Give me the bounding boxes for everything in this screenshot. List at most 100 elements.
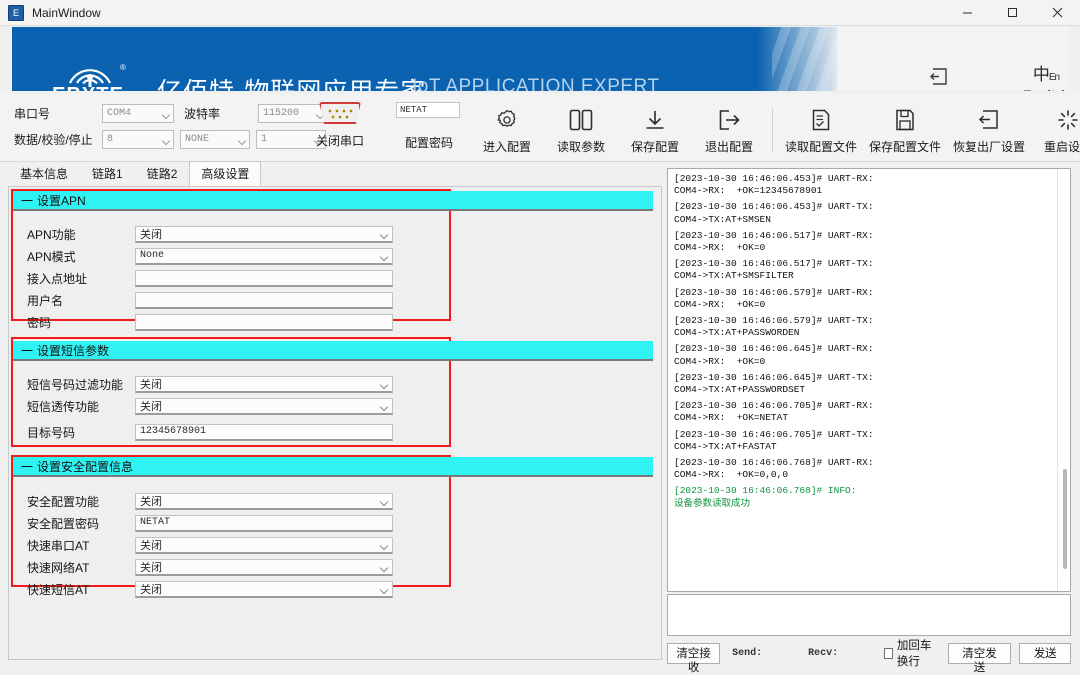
restart-icon bbox=[1031, 106, 1080, 134]
window-title: MainWindow bbox=[32, 5, 101, 20]
apn-mode-row: APN模式 None bbox=[27, 245, 393, 267]
log-entry-header: [2023-10-30 16:46:06.645]# UART-RX: bbox=[674, 343, 874, 355]
restart-device-label: 重启设备 bbox=[1043, 140, 1080, 154]
save-config-file-button[interactable]: 保存配置文件 bbox=[863, 100, 947, 155]
advanced-settings-panel: 一 设置APN APN功能 关闭 APN模式 None 接入点地址 用户名 密码… bbox=[8, 186, 662, 660]
security-password-label: 安全配置密码 bbox=[27, 516, 100, 531]
apn-enable-select[interactable]: 关闭 bbox=[135, 225, 393, 243]
send-input-area[interactable] bbox=[667, 594, 1071, 636]
security-section-header: 一 设置安全配置信息 bbox=[13, 457, 653, 477]
sms-transparent-row: 短信透传功能 关闭 bbox=[27, 395, 393, 417]
log-scrollbar-thumb[interactable] bbox=[1063, 469, 1067, 569]
databits-select[interactable]: 8 bbox=[102, 129, 174, 149]
apn-enable-row: APN功能 关闭 bbox=[27, 223, 393, 245]
factory-reset-label: 恢复出厂设置 bbox=[952, 140, 1025, 154]
enter-config-button[interactable]: 进入配置 bbox=[470, 100, 544, 155]
read-config-file-label: 读取配置文件 bbox=[784, 140, 857, 154]
log-entry: [2023-10-30 16:46:06.768]# UART-RX: COM4-… bbox=[674, 457, 1053, 481]
log-scrollbar[interactable] bbox=[1057, 169, 1070, 591]
tab-link1[interactable]: 链路1 bbox=[80, 161, 135, 186]
close-serial-label: 关闭串口 bbox=[315, 134, 364, 148]
serial-settings-group: 串口号 COM4 波特率 115200 数据/校验/停止 8 NONE 1 bbox=[14, 100, 328, 152]
save-config-button[interactable]: 保存配置 bbox=[618, 100, 692, 155]
log-entry: [2023-10-30 16:46:06.645]# UART-TX: COM4-… bbox=[674, 372, 1053, 396]
document-icon bbox=[779, 106, 863, 134]
language-switch[interactable]: 中En English bbox=[1010, 65, 1068, 91]
security-password-input[interactable]: NETAT bbox=[135, 514, 393, 532]
toolbar-actions: 进入配置 读取参数 保存配置 退出配置 读取配置文件 保存配置文件 恢复出厂设置… bbox=[470, 100, 1080, 155]
log-entry: [2023-10-30 16:46:06.705]# UART-TX: COM4-… bbox=[674, 429, 1053, 453]
sms-filter-row: 短信号码过滤功能 关闭 bbox=[27, 373, 393, 395]
sms-transparent-label: 短信透传功能 bbox=[27, 399, 100, 414]
clear-receive-button[interactable]: 清空接收 bbox=[667, 642, 721, 674]
serial-port-icon bbox=[319, 102, 361, 124]
log-entry-body: COM4->TX:AT+SMSFILTER bbox=[674, 270, 794, 282]
log-entry-body: COM4->TX:AT+SMSEN bbox=[674, 213, 771, 225]
fast-sms-at-select[interactable]: 关闭 bbox=[135, 580, 393, 598]
security-enable-select[interactable]: 关闭 bbox=[135, 492, 393, 510]
book-icon bbox=[544, 106, 618, 134]
config-password-group: NETAT 配置密码 bbox=[396, 102, 470, 151]
save-config-file-label: 保存配置文件 bbox=[868, 140, 941, 154]
toolbar-divider bbox=[772, 108, 773, 152]
port-select[interactable]: COM4 bbox=[102, 103, 174, 123]
sms-target-number-input[interactable]: 12345678901 bbox=[135, 423, 393, 441]
apn-password-row: 密码 bbox=[27, 311, 393, 333]
fast-sms-at-label: 快速短信AT bbox=[27, 582, 90, 597]
apn-mode-select[interactable]: None bbox=[135, 247, 393, 265]
apn-password-label: 密码 bbox=[27, 315, 52, 330]
log-entry: [2023-10-30 16:46:06.579]# UART-RX: COM4-… bbox=[674, 287, 1053, 311]
application-window: E MainWindow ® IoT APPLICATION EXPERT 中E… bbox=[0, 0, 1080, 675]
tab-advanced-settings[interactable]: 高级设置 bbox=[189, 161, 262, 186]
config-password-input[interactable]: NETAT bbox=[396, 102, 460, 118]
append-crlf-label: 加回车换行 bbox=[896, 640, 932, 668]
close-serial-button[interactable]: 关闭串口 bbox=[305, 102, 375, 149]
sms-filter-select[interactable]: 关闭 bbox=[135, 375, 393, 393]
log-entry: [2023-10-30 16:46:06.517]# UART-TX: COM4-… bbox=[674, 258, 1053, 282]
apn-address-input[interactable] bbox=[135, 269, 393, 287]
read-config-file-button[interactable]: 读取配置文件 bbox=[779, 100, 863, 155]
log-entry-header: [2023-10-30 16:46:06.517]# UART-TX: bbox=[674, 258, 874, 270]
fast-network-at-select[interactable]: 关闭 bbox=[135, 558, 393, 576]
tab-link2[interactable]: 链路2 bbox=[135, 161, 190, 186]
tab-basic-info[interactable]: 基本信息 bbox=[8, 161, 80, 186]
restart-device-button[interactable]: 重启设备 bbox=[1031, 100, 1080, 155]
window-controls bbox=[945, 0, 1080, 26]
language-label: English bbox=[1010, 88, 1068, 91]
log-entry-header: [2023-10-30 16:46:06.645]# UART-TX: bbox=[674, 371, 874, 383]
log-content: [2023-10-30 16:46:06.453]# UART-RX: COM4-… bbox=[668, 169, 1057, 591]
apn-password-input[interactable] bbox=[135, 313, 393, 331]
security-password-row: 安全配置密码 NETAT bbox=[27, 512, 393, 534]
apn-username-input[interactable] bbox=[135, 291, 393, 309]
send-button[interactable]: 发送 bbox=[1019, 642, 1071, 664]
fast-uart-at-select[interactable]: 关闭 bbox=[135, 536, 393, 554]
security-section-title: 设置安全配置信息 bbox=[37, 459, 134, 474]
read-params-button[interactable]: 读取参数 bbox=[544, 100, 618, 155]
clear-send-button[interactable]: 清空发送 bbox=[947, 642, 1012, 674]
append-crlf-checkbox[interactable]: 加回车换行 bbox=[884, 637, 939, 669]
read-params-label: 读取参数 bbox=[556, 140, 605, 154]
maximize-button[interactable] bbox=[990, 0, 1035, 26]
log-entry-body: COM4->RX: +OK=0,0,0 bbox=[674, 469, 789, 481]
sms-transparent-select[interactable]: 关闭 bbox=[135, 397, 393, 415]
frame-format-label: 数据/校验/停止 bbox=[14, 132, 93, 147]
log-output-panel[interactable]: [2023-10-30 16:46:06.453]# UART-RX: COM4-… bbox=[667, 168, 1071, 592]
log-entry-header: [2023-10-30 16:46:06.579]# UART-RX: bbox=[674, 286, 874, 298]
main-toolbar: 串口号 COM4 波特率 115200 数据/校验/停止 8 NONE 1 关闭… bbox=[0, 94, 1080, 162]
close-button[interactable] bbox=[1035, 0, 1080, 26]
minimize-button[interactable] bbox=[945, 0, 990, 26]
target-model-switch[interactable]: 目标型号:EC05-485 点击切换 bbox=[874, 67, 1004, 91]
apn-dash: 一 bbox=[21, 193, 34, 208]
log-entry: [2023-10-30 16:46:06.645]# UART-RX: COM4-… bbox=[674, 343, 1053, 367]
exit-config-button[interactable]: 退出配置 bbox=[692, 100, 766, 155]
log-entry-body: COM4->RX: +OK=0 bbox=[674, 298, 766, 310]
logo-wordmark: EBYTE bbox=[36, 85, 140, 91]
log-entry-body: 设备参数读取成功 bbox=[674, 497, 751, 509]
parity-select[interactable]: NONE bbox=[180, 129, 250, 149]
log-bottom-bar: 清空接收 Send: Recv: 加回车换行 清空发送 发送 bbox=[667, 637, 1071, 674]
title-bar: E MainWindow bbox=[0, 0, 1080, 26]
log-entry-body: COM4->TX:AT+PASSWORDEN bbox=[674, 327, 800, 339]
log-entry-header: [2023-10-30 16:46:06.768]# UART-RX: bbox=[674, 457, 874, 469]
factory-reset-button[interactable]: 恢复出厂设置 bbox=[947, 100, 1031, 155]
apn-address-label: 接入点地址 bbox=[27, 271, 88, 286]
